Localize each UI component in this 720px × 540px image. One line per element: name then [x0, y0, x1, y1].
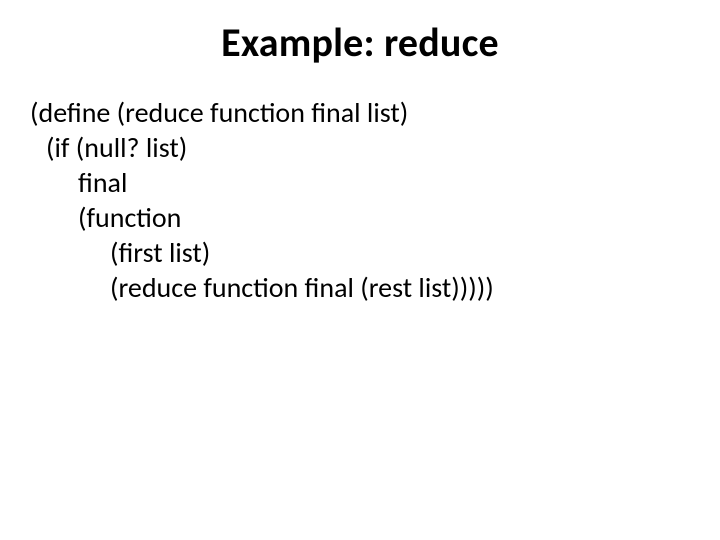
code-line-4: (function — [30, 200, 690, 235]
slide: Example: reduce (define (reduce function… — [0, 0, 720, 540]
code-line-3: final — [30, 165, 690, 200]
code-line-6: (reduce function final (rest list))))) — [30, 270, 690, 305]
code-line-1: (define (reduce function final list) — [30, 95, 690, 130]
code-block: (define (reduce function final list) (if… — [30, 95, 690, 305]
slide-title: Example: reduce — [30, 18, 690, 67]
code-line-2: (if (null? list) — [30, 130, 690, 165]
code-line-5: (first list) — [30, 235, 690, 270]
